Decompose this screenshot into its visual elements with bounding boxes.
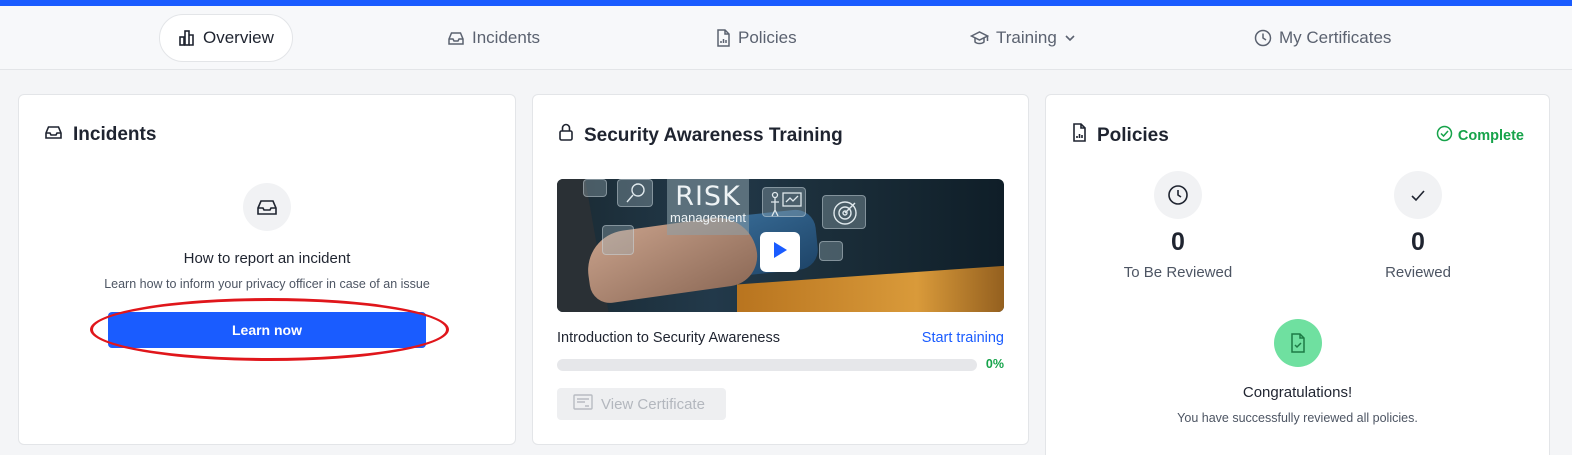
play-icon — [771, 240, 789, 265]
incident-description: Learn how to inform your privacy officer… — [104, 277, 430, 291]
play-button[interactable] — [760, 232, 800, 272]
network-tile-icon — [602, 225, 634, 255]
incident-heading: How to report an incident — [183, 250, 351, 267]
complete-status-badge: Complete — [1436, 125, 1524, 146]
tab-policies-label: Policies — [738, 28, 797, 47]
tab-my-certificates-label: My Certificates — [1279, 28, 1392, 47]
incidents-card-title: Incidents — [44, 123, 156, 147]
training-progress-label: 0% — [985, 357, 1004, 371]
complete-status-label: Complete — [1457, 127, 1524, 144]
policies-title-label: Policies — [1097, 124, 1169, 146]
incidents-card: Incidents How to report an incident Lear… — [18, 94, 516, 445]
check-circle-icon — [1436, 125, 1453, 146]
view-certificate-button[interactable]: View Certificate — [557, 388, 726, 420]
policies-card: Policies Complete 0 To Be Reviewed 0 Rev… — [1045, 94, 1550, 455]
tab-my-certificates[interactable]: My Certificates — [1254, 14, 1391, 62]
document-icon — [715, 29, 731, 47]
congrats-title: Congratulations! — [1242, 384, 1353, 401]
document-check-icon — [1274, 319, 1322, 367]
incidents-title-label: Incidents — [73, 124, 157, 145]
tab-overview[interactable]: Overview — [159, 14, 293, 62]
congrats-text: You have successfully reviewed all polic… — [1177, 411, 1418, 425]
lock-icon — [558, 123, 574, 148]
document-icon — [1071, 123, 1087, 148]
management-overlay-text: management — [670, 210, 746, 225]
tab-incidents[interactable]: Incidents — [447, 14, 540, 62]
graduation-cap-icon — [970, 29, 989, 47]
reviewed-count: 0 — [1411, 228, 1425, 256]
training-title-label: Security Awareness Training — [584, 124, 843, 146]
clock-icon — [1254, 29, 1272, 47]
training-progress-bar — [557, 359, 977, 371]
main-nav: Overview Incidents Policies Training My … — [0, 6, 1572, 70]
tab-incidents-label: Incidents — [472, 28, 541, 47]
tab-training-label: Training — [996, 28, 1057, 47]
training-video-thumbnail[interactable]: RISK management — [557, 179, 1004, 312]
chart-tile-icon — [819, 241, 843, 261]
view-certificate-label: View Certificate — [601, 395, 705, 413]
start-training-link[interactable]: Start training — [922, 330, 1004, 346]
tab-policies[interactable]: Policies — [715, 14, 797, 62]
inbox-icon — [243, 183, 291, 231]
clock-icon — [1154, 171, 1202, 219]
learn-now-button[interactable]: Learn now — [108, 312, 426, 348]
inbox-icon — [447, 29, 465, 47]
course-title: Introduction to Security Awareness — [557, 330, 780, 346]
inbox-icon — [44, 123, 63, 147]
bar-chart-icon — [178, 29, 196, 47]
check-icon — [1394, 171, 1442, 219]
magnifier-tile-icon — [617, 179, 653, 207]
to-be-reviewed-count: 0 — [1171, 228, 1185, 256]
risk-management-overlay: RISK management — [667, 179, 749, 235]
to-be-reviewed-label: To Be Reviewed — [1123, 264, 1233, 281]
target-tile-icon — [822, 195, 866, 229]
risk-overlay-text: RISK — [675, 181, 741, 212]
certificate-icon — [573, 394, 593, 414]
chevron-down-icon — [1064, 32, 1076, 44]
tab-training[interactable]: Training — [970, 14, 1076, 62]
training-card-title: Security Awareness Training — [558, 123, 843, 148]
tab-overview-label: Overview — [203, 28, 274, 47]
gear-tile-icon — [583, 179, 607, 197]
presenter-tile-icon — [762, 187, 806, 217]
training-card: Security Awareness Training RISK managem… — [532, 94, 1029, 445]
reviewed-label: Reviewed — [1385, 264, 1451, 281]
policies-card-title: Policies — [1071, 123, 1169, 148]
